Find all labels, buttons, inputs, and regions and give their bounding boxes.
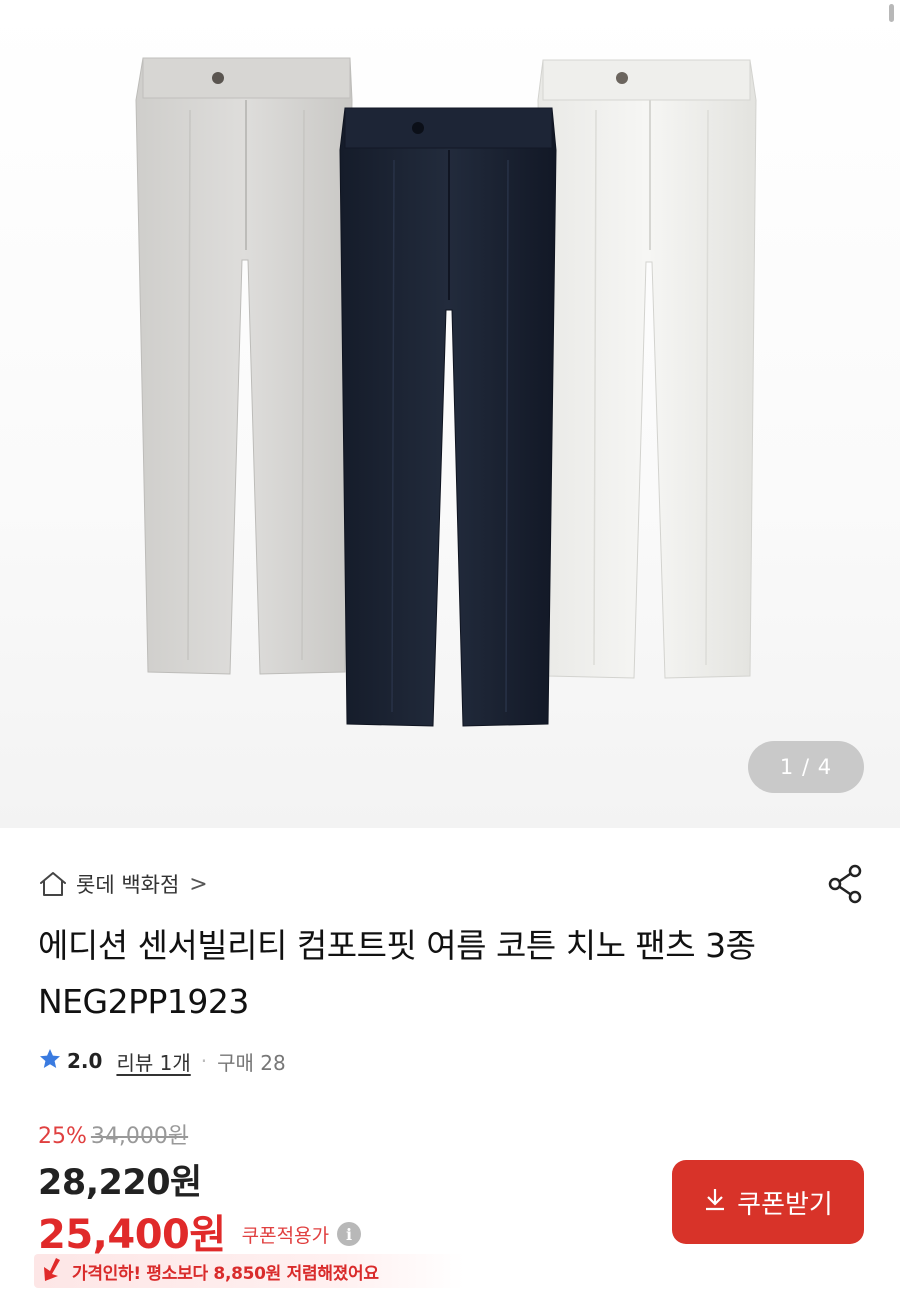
product-image-gallery[interactable]: 1 / 4 <box>0 0 900 828</box>
star-icon <box>38 1047 62 1076</box>
chevron-right-icon: > <box>189 871 208 897</box>
discount-rate: 25% <box>38 1124 87 1149</box>
coupon-price-row: 25,400원 쿠폰적용가 i <box>38 1202 362 1260</box>
product-title: 에디션 센서빌리티 컴포트핏 여름 코튼 치노 팬츠 3종 NEG2PP1923 <box>38 926 756 1021</box>
rating-row: 2.0 리뷰 1개 · 구매 28 <box>38 1046 286 1076</box>
info-icon[interactable]: i <box>337 1222 362 1246</box>
product-image <box>135 57 757 727</box>
pants-navy <box>339 107 557 727</box>
pants-grey <box>135 57 353 675</box>
purchase-count: 구매 28 <box>217 1050 286 1075</box>
discount-row: 25% 34,000원 <box>38 1118 188 1150</box>
coupon-price-label: 쿠폰적용가 <box>241 1224 330 1247</box>
get-coupon-label: 쿠폰받기 <box>737 1189 833 1220</box>
coupon-price: 25,400원 <box>38 1212 226 1258</box>
price-drop-text: 가격인하! 평소보다 8,850원 저렴해졌어요 <box>72 1263 379 1284</box>
store-link[interactable]: 롯데 백화점 > <box>38 868 208 900</box>
arrow-down-icon <box>40 1256 66 1286</box>
home-icon <box>38 870 68 898</box>
rating-value: 2.0 <box>67 1049 103 1073</box>
share-icon[interactable] <box>824 862 868 906</box>
image-page-indicator: 1 / 4 <box>748 741 864 793</box>
price-drop-banner: 가격인하! 평소보다 8,850원 저렴해졌어요 <box>34 1254 464 1288</box>
product-info: 롯데 백화점 > 에디션 센서빌리티 컴포트핏 여름 코튼 치노 팬츠 3종 N… <box>0 828 900 1314</box>
original-price: 34,000원 <box>90 1124 189 1149</box>
review-count-link[interactable]: 리뷰 1개 <box>116 1047 190 1076</box>
download-icon <box>703 1186 727 1219</box>
sale-price: 28,220원 <box>38 1163 202 1203</box>
store-name: 롯데 백화점 <box>76 873 180 897</box>
pants-white <box>537 59 757 679</box>
get-coupon-button[interactable]: 쿠폰받기 <box>672 1160 864 1244</box>
separator-dot: · <box>200 1049 208 1073</box>
